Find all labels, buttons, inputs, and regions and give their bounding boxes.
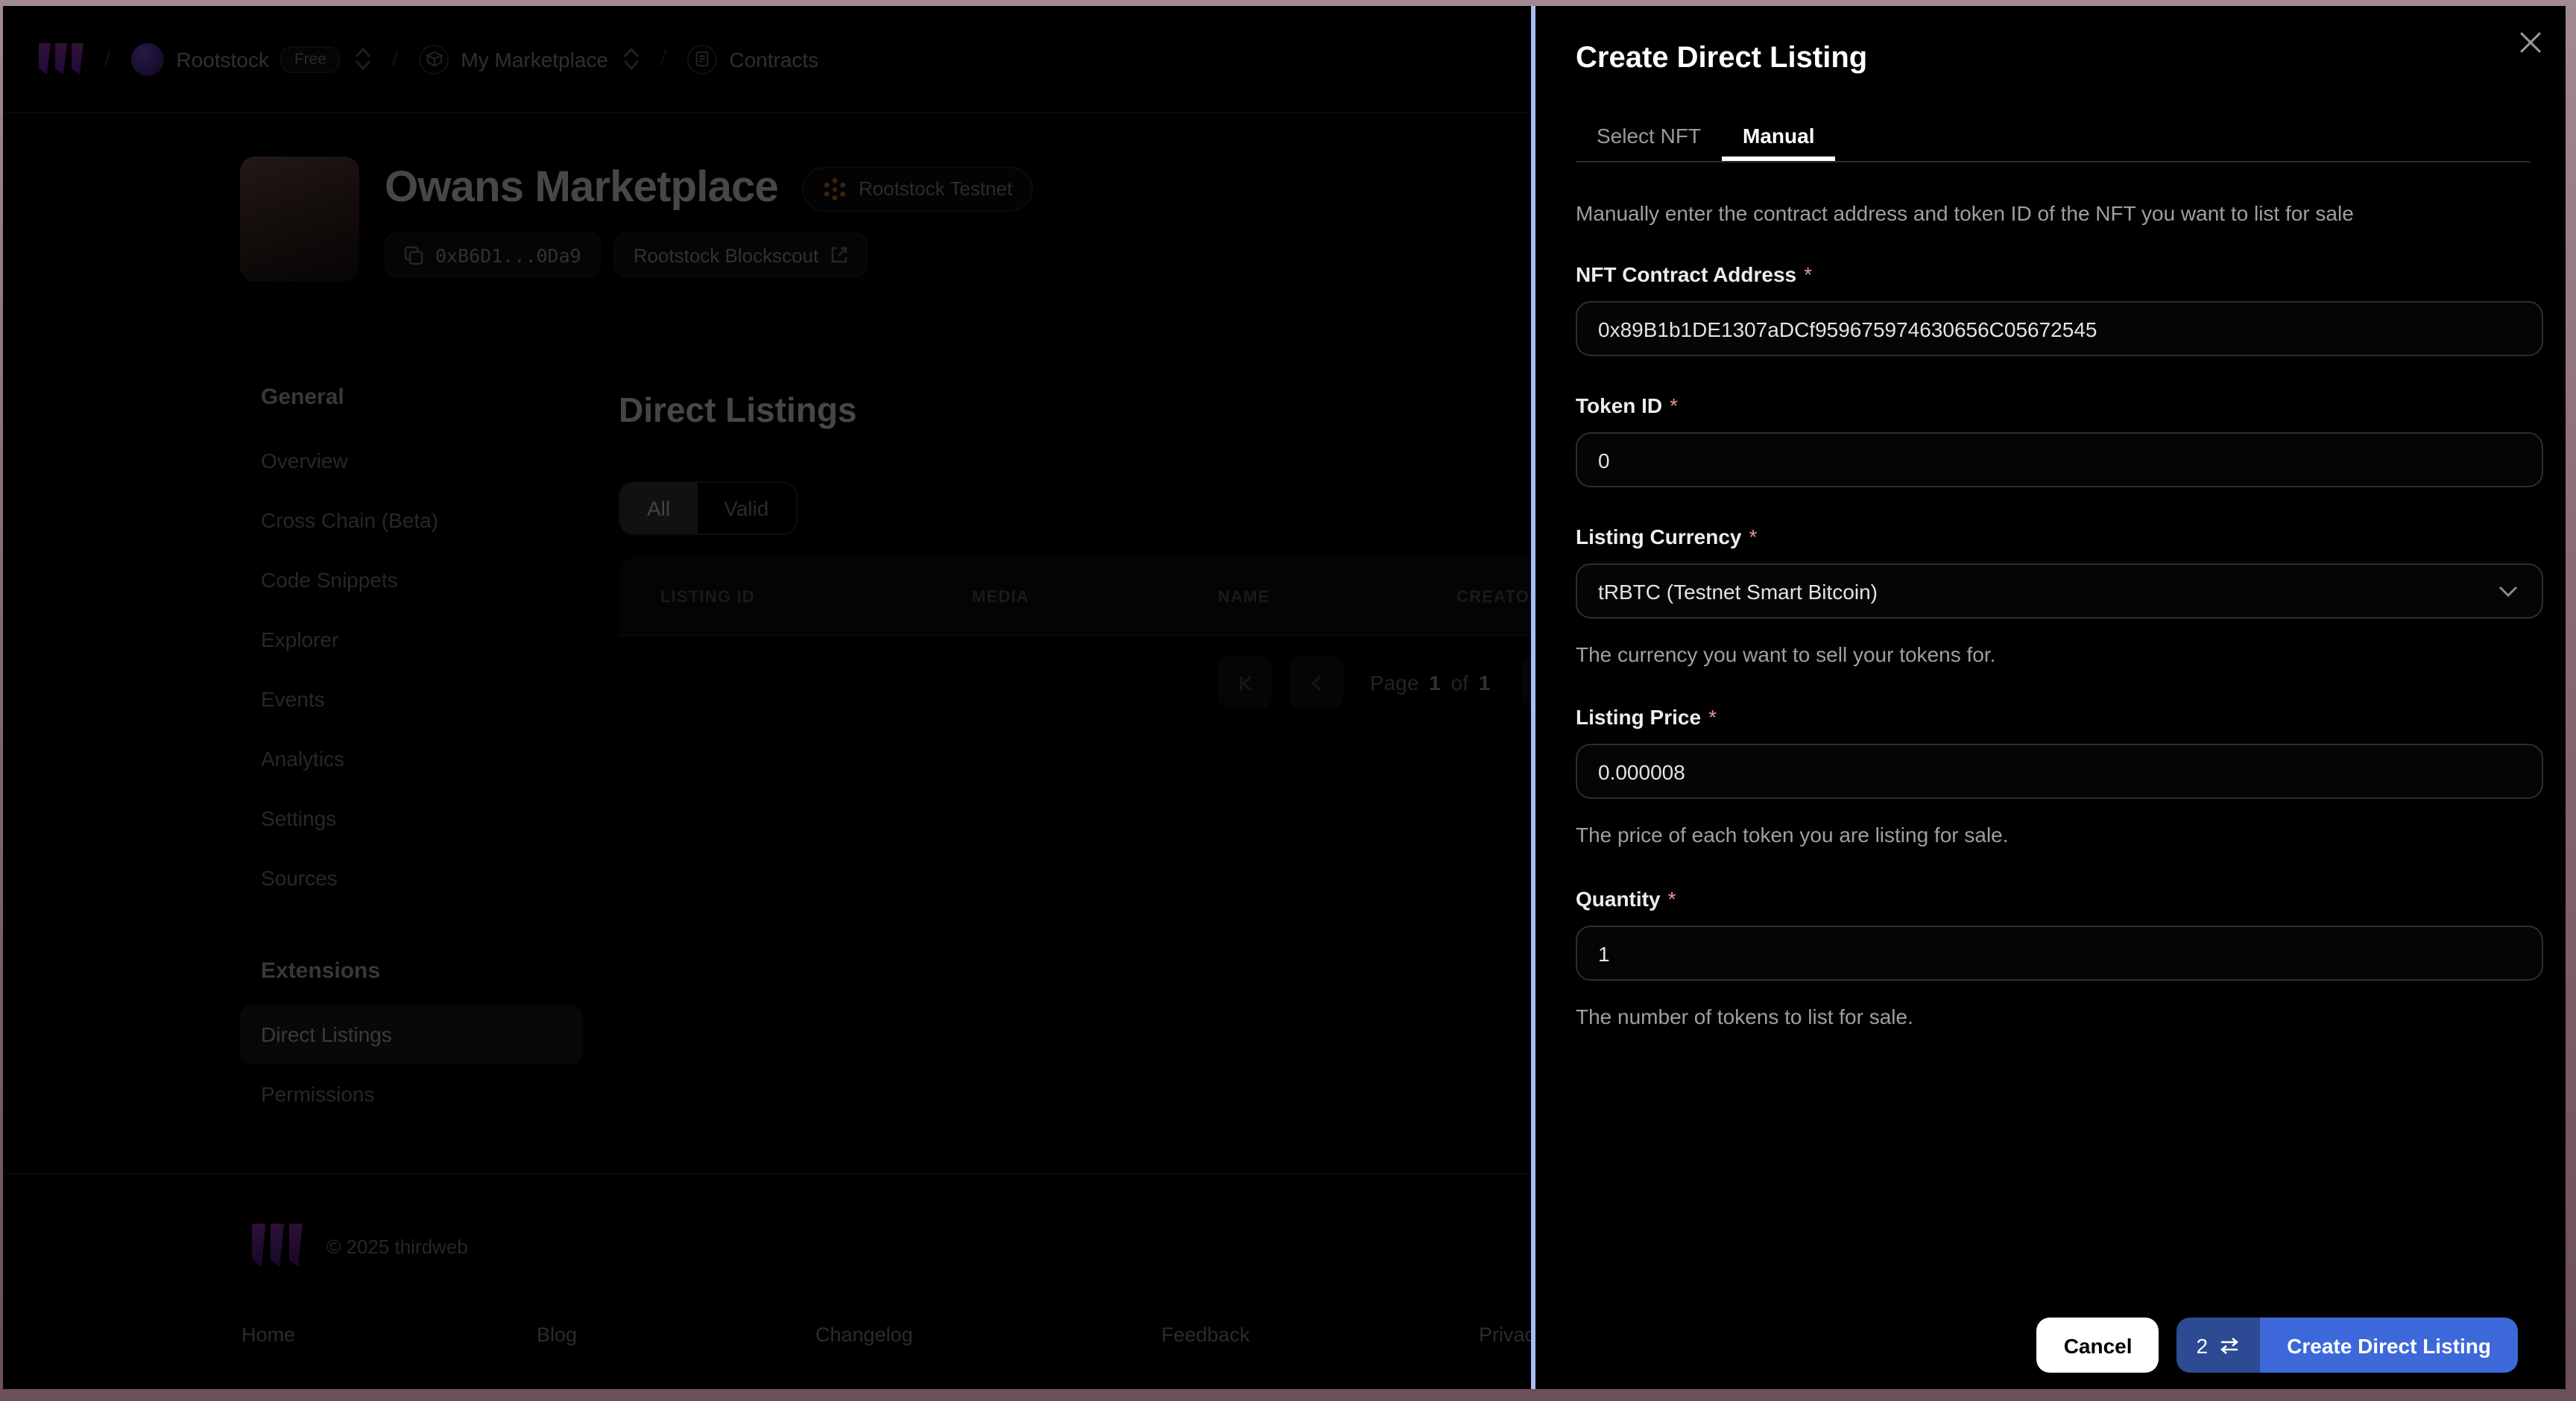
tab-manual[interactable]: Manual (1722, 110, 1835, 161)
create-direct-listing-drawer: Create Direct Listing Select NFT Manual … (1531, 6, 2566, 1389)
tab-select-nft[interactable]: Select NFT (1576, 110, 1722, 161)
field-listing-currency: Listing Currency * tRBTC (Testnet Smart B… (1576, 525, 2543, 666)
drawer-tabs: Select NFT Manual (1576, 110, 2530, 162)
required-marker: * (1804, 262, 1813, 286)
drawer-title: Create Direct Listing (1576, 42, 1868, 75)
field-helper: The currency you want to sell your token… (1576, 642, 1996, 666)
window-frame: / Rootstock Free / My Marketplace / (0, 0, 2576, 1401)
app-page: / Rootstock Free / My Marketplace / (3, 6, 2566, 1389)
chevron-down-icon (2498, 585, 2518, 597)
quantity-input[interactable] (1576, 926, 2543, 981)
drawer-description: Manually enter the contract address and … (1576, 201, 2354, 225)
field-label: Listing Currency * (1576, 525, 1758, 548)
field-nft-contract-address: NFT Contract Address * (1576, 262, 2543, 356)
swap-arrows-icon (2220, 1337, 2239, 1353)
close-icon (2519, 31, 2540, 52)
required-marker: * (1708, 705, 1717, 729)
field-helper: The price of each token you are listing … (1576, 823, 2009, 847)
nft-contract-address-input[interactable] (1576, 301, 2543, 356)
required-marker: * (1667, 887, 1676, 911)
cancel-button[interactable]: Cancel (2036, 1318, 2159, 1373)
create-direct-listing-button[interactable]: Create Direct Listing (2260, 1318, 2518, 1373)
required-marker: * (1749, 525, 1758, 548)
field-label: Token ID * (1576, 393, 1679, 417)
field-listing-price: Listing Price* The price of each token y… (1576, 705, 2543, 847)
field-label: Quantity * (1576, 887, 1676, 911)
field-token-id: Token ID * (1576, 393, 2543, 487)
required-marker: * (1670, 393, 1679, 417)
listing-currency-value: tRBTC (Testnet Smart Bitcoin) (1598, 579, 1878, 603)
transaction-count-button[interactable]: 2 (2176, 1318, 2261, 1373)
close-button[interactable] (2512, 24, 2548, 60)
listing-currency-select[interactable]: tRBTC (Testnet Smart Bitcoin) (1576, 563, 2543, 619)
listing-price-input[interactable] (1576, 744, 2543, 799)
field-label: Listing Price * (1576, 705, 1717, 729)
field-quantity: Quantity* The number of tokens to list f… (1576, 887, 2543, 1028)
submit-button-group: 2 Create Direct Listing (2176, 1318, 2518, 1373)
screen: / Rootstock Free / My Marketplace / (0, 0, 2576, 1401)
drawer-footer: Cancel 2 Create Direct Listing (2036, 1318, 2518, 1373)
token-id-input[interactable] (1576, 432, 2543, 487)
field-label: NFT Contract Address * (1576, 262, 1813, 286)
field-helper: The number of tokens to list for sale. (1576, 1005, 1913, 1028)
transaction-count: 2 (2196, 1333, 2209, 1357)
